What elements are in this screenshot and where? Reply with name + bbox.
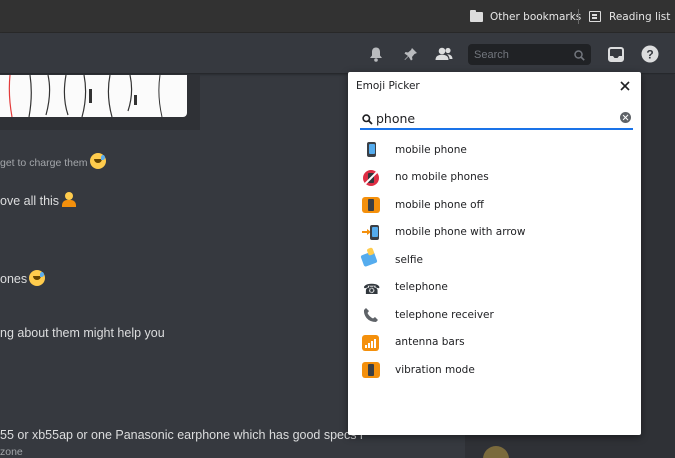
- telephone-icon: ☎: [363, 280, 381, 297]
- emoji-result[interactable]: mobile phone with arrow: [348, 219, 641, 247]
- folder-icon: [470, 9, 483, 22]
- emoji-search: [360, 108, 633, 130]
- telephone-receiver-icon: [362, 306, 380, 324]
- no-mobile-phones-icon: [362, 169, 380, 187]
- vibration-mode-icon: [362, 361, 380, 379]
- antenna-bars-icon: [362, 334, 380, 352]
- message-text: ones: [0, 270, 46, 286]
- attachment-image: [0, 75, 187, 117]
- other-bookmarks-button[interactable]: Other bookmarks: [470, 0, 581, 33]
- bell-icon[interactable]: [366, 44, 386, 64]
- message-text: ng about them might help you: [0, 326, 165, 340]
- message-text: get to charge them: [0, 153, 106, 169]
- search-field[interactable]: [468, 44, 591, 65]
- reading-list-button[interactable]: Reading list: [589, 0, 670, 33]
- emoji-result[interactable]: selfie: [348, 246, 641, 274]
- emoji-result[interactable]: telephone receiver: [348, 301, 641, 329]
- help-icon[interactable]: ?: [640, 44, 660, 64]
- grinning-sweat-emoji-icon: [29, 270, 46, 286]
- emoji-result[interactable]: mobile phone off: [348, 191, 641, 219]
- emoji-picker-dialog: Emoji Picker mobile phone no mobile phon…: [348, 72, 641, 435]
- message-text: ove all this: [0, 192, 77, 208]
- image-attachment[interactable]: [0, 75, 200, 130]
- emoji-result[interactable]: vibration mode: [348, 356, 641, 384]
- emoji-result[interactable]: mobile phone: [348, 136, 641, 164]
- inbox-icon[interactable]: [606, 44, 626, 64]
- emoji-result[interactable]: no mobile phones: [348, 164, 641, 192]
- close-icon[interactable]: [617, 78, 633, 94]
- pin-icon[interactable]: [400, 44, 420, 64]
- emoji-results-list: mobile phone no mobile phones mobile pho…: [348, 136, 641, 384]
- search-icon: [362, 112, 373, 130]
- search-input[interactable]: [468, 44, 568, 65]
- emoji-result[interactable]: ☎ telephone: [348, 274, 641, 302]
- svg-text:?: ?: [646, 48, 653, 62]
- bookmarks-bar: Other bookmarks Reading list: [0, 0, 675, 33]
- mobile-phone-icon: [362, 141, 380, 159]
- grinning-sweat-emoji-icon: [89, 153, 106, 169]
- mobile-phone-arrow-icon: [362, 224, 380, 242]
- members-icon[interactable]: [434, 44, 454, 64]
- emoji-result[interactable]: antenna bars: [348, 329, 641, 357]
- bookmarks-divider: [578, 9, 579, 24]
- reading-list-icon: [589, 11, 601, 22]
- message-text: 55 or xb55ap or one Panasonic earphone w…: [0, 428, 363, 442]
- channel-header: ?: [0, 33, 675, 74]
- other-bookmarks-label: Other bookmarks: [490, 10, 582, 23]
- message-text: zone: [0, 446, 23, 458]
- clear-search-icon[interactable]: [620, 112, 631, 123]
- emoji-picker-title: Emoji Picker: [356, 80, 420, 92]
- mobile-phone-off-icon: [362, 196, 380, 214]
- person-emoji-icon: [62, 192, 77, 208]
- emoji-search-input[interactable]: [376, 108, 606, 128]
- selfie-icon: [360, 250, 380, 269]
- search-icon: [574, 48, 585, 66]
- reading-list-label: Reading list: [609, 10, 671, 23]
- avatar[interactable]: [483, 446, 509, 458]
